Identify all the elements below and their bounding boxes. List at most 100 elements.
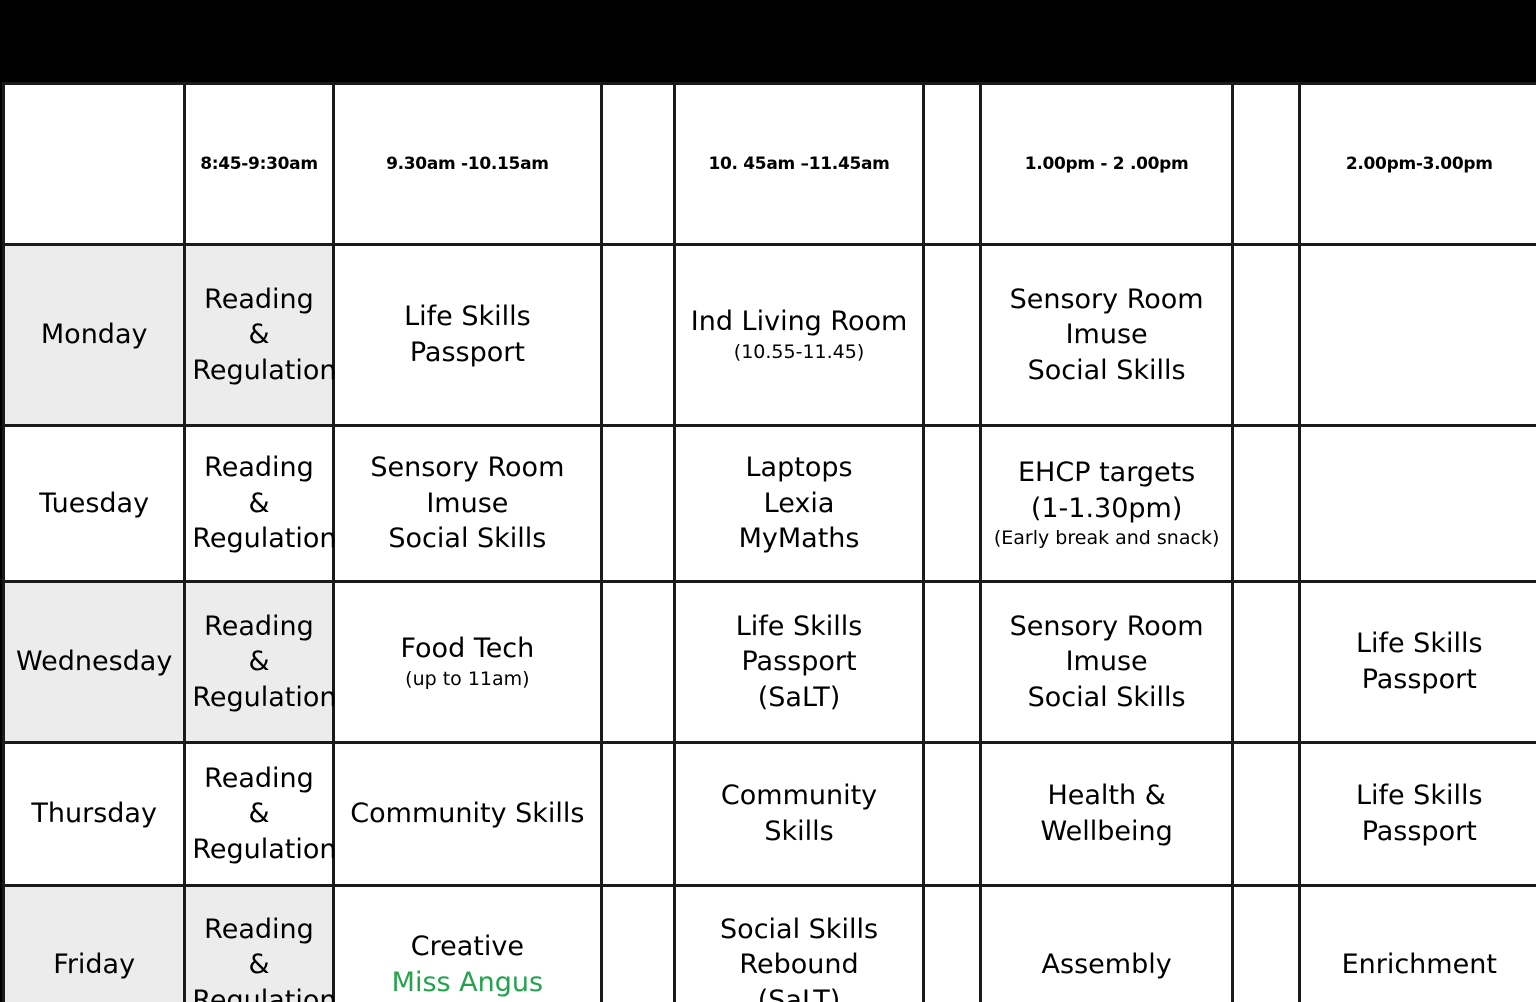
cell-text-line: Creative <box>410 931 524 963</box>
cell-text-line: Lexia <box>763 487 835 519</box>
cell-text-line: Imuse <box>426 487 509 519</box>
day-label-wednesday: Wednesday <box>1 580 187 744</box>
cell-thursday-slot4: Health & Wellbeing <box>978 741 1235 887</box>
cell-tuesday-slot3: Laptops Lexia MyMaths <box>673 424 925 583</box>
break-spacer-cell <box>921 580 982 744</box>
break-spacer-cell <box>1231 424 1302 583</box>
break-spacer-cell <box>600 243 677 427</box>
cell-monday-slot2: Life Skills Passport <box>331 243 604 427</box>
break-spacer-column-2 <box>921 82 982 246</box>
header-time-2: 9.30am -10.15am <box>331 82 604 246</box>
break-spacer-cell <box>921 741 982 887</box>
table-row-tuesday: Tuesday Reading & Regulation Sensory Roo… <box>1 424 1536 583</box>
cell-wednesday-slot5: Life Skills Passport <box>1298 580 1536 744</box>
cell-friday-slot4: Assembly <box>978 884 1235 1002</box>
cell-text-line: Assembly <box>1041 949 1172 981</box>
cell-tuesday-slot1: Reading & Regulation <box>183 424 337 583</box>
cell-text-line: Wellbeing <box>1040 816 1173 847</box>
cell-thursday-slot1: Reading & Regulation <box>183 741 337 887</box>
day-label-tuesday: Tuesday <box>1 424 187 583</box>
cell-text-line: Regulation <box>192 354 337 386</box>
cell-text-line: Life Skills <box>735 610 863 642</box>
break-spacer-cell <box>1231 884 1302 1002</box>
cell-text-line: Life Skills <box>1355 780 1483 812</box>
break-spacer-cell <box>1231 580 1302 744</box>
cell-tuesday-slot4: EHCP targets (1-1.30pm) (Early break and… <box>978 424 1235 583</box>
cell-text-line: Laptops <box>745 452 853 484</box>
cell-text-line: Passport <box>409 337 525 368</box>
cell-text-line: Reading & <box>204 610 314 678</box>
header-corner-cell <box>1 82 187 246</box>
cell-thursday-slot2: Community Skills <box>331 741 604 887</box>
break-spacer-cell <box>600 580 677 744</box>
break-spacer-cell <box>600 424 677 583</box>
cell-text-line: Health & <box>1047 780 1166 812</box>
cell-wednesday-slot2: Food Tech (up to 11am) <box>331 580 604 744</box>
cell-monday-slot1: Reading & Regulation <box>183 243 337 427</box>
header-time-4: 1.00pm - 2 .00pm <box>978 82 1235 246</box>
timetable-container: 8:45-9:30am 9.30am -10.15am 10. 45am –11… <box>1 82 1536 1002</box>
table-row-monday: Monday Reading & Regulation Life Skills … <box>1 243 1536 427</box>
cell-thursday-slot3: Community Skills <box>673 741 925 887</box>
break-spacer-cell <box>600 884 677 1002</box>
cell-text-line: Sensory Room <box>370 452 565 484</box>
cell-text-line: Imuse <box>1065 646 1148 678</box>
cell-friday-slot3: Social Skills Rebound (SaLT) <box>673 884 925 1002</box>
cell-text-line: Sensory Room <box>1009 610 1204 642</box>
break-spacer-cell <box>921 884 982 1002</box>
cell-text-line: Reading & <box>204 762 314 830</box>
cell-text-line: Reading & <box>204 913 314 981</box>
cell-text-line: Ind Living Room <box>690 306 908 338</box>
cell-friday-slot5: Enrichment <box>1298 884 1536 1002</box>
cell-text-line: Community Skills <box>350 798 585 830</box>
timetable-header-row: 8:45-9:30am 9.30am -10.15am 10. 45am –11… <box>1 82 1536 246</box>
cell-wednesday-slot1: Reading & Regulation <box>183 580 337 744</box>
table-row-friday: Friday Reading & Regulation Creative Mis… <box>1 884 1536 1002</box>
page-root: 8:45-9:30am 9.30am -10.15am 10. 45am –11… <box>0 0 1536 1002</box>
day-label-thursday: Thursday <box>1 741 187 887</box>
cell-text-line: Enrichment <box>1341 949 1497 981</box>
break-spacer-cell <box>1231 243 1302 427</box>
teacher-name-label: Miss Angus <box>391 967 544 998</box>
cell-wednesday-slot4: Sensory Room Imuse Social Skills <box>978 580 1235 744</box>
cell-monday-slot5-blackout <box>1298 243 1536 427</box>
cell-text-line: Rebound <box>739 949 859 981</box>
cell-text-line: Food Tech <box>400 633 535 665</box>
cell-text-line: Life Skills <box>404 301 531 333</box>
cell-friday-slot2: Creative Miss Angus <box>331 884 604 1002</box>
cell-text-line: Sensory Room <box>1009 283 1204 315</box>
cell-thursday-slot5: Life Skills Passport <box>1298 741 1536 887</box>
break-spacer-cell <box>921 243 982 427</box>
cell-text-line: EHCP targets <box>1017 457 1196 489</box>
cell-text-line: Life Skills <box>1355 628 1483 660</box>
top-black-banner <box>0 0 1536 82</box>
cell-text-line: Regulation <box>192 523 337 555</box>
cell-text-line: (SaLT) <box>757 681 841 713</box>
cell-tuesday-slot5-blackout <box>1298 424 1536 583</box>
cell-text-line: Regulation <box>192 833 337 865</box>
cell-text-line: Reading & <box>204 283 314 351</box>
break-spacer-cell <box>1231 741 1302 887</box>
break-spacer-cell <box>921 424 982 583</box>
cell-note: (up to 11am) <box>405 667 530 690</box>
cell-text-line: Passport <box>741 646 857 678</box>
cell-text-line: Regulation <box>192 984 337 1002</box>
break-spacer-cell <box>600 741 677 887</box>
cell-text-line: Passport <box>1361 816 1477 847</box>
cell-friday-slot1: Reading & Regulation <box>183 884 337 1002</box>
cell-wednesday-slot3: Life Skills Passport (SaLT) <box>673 580 925 744</box>
cell-text-line: Social Skills <box>388 523 547 555</box>
break-spacer-column-1 <box>600 82 677 246</box>
table-row-thursday: Thursday Reading & Regulation Community … <box>1 741 1536 887</box>
cell-text-line: Social Skills <box>1027 681 1186 713</box>
cell-note: (10.55-11.45) <box>733 340 865 363</box>
break-spacer-column-3 <box>1231 82 1302 246</box>
cell-note: (Early break and snack) <box>993 527 1220 550</box>
cell-text-line: Passport <box>1361 664 1477 695</box>
cell-monday-slot4: Sensory Room Imuse Social Skills <box>978 243 1235 427</box>
cell-text-line: Regulation <box>192 681 337 713</box>
cell-text-line: MyMaths <box>738 523 860 555</box>
cell-text-line: (SaLT) <box>757 984 841 1002</box>
cell-text-line: Social Skills <box>720 913 879 945</box>
header-time-5: 2.00pm-3.00pm <box>1298 82 1536 246</box>
